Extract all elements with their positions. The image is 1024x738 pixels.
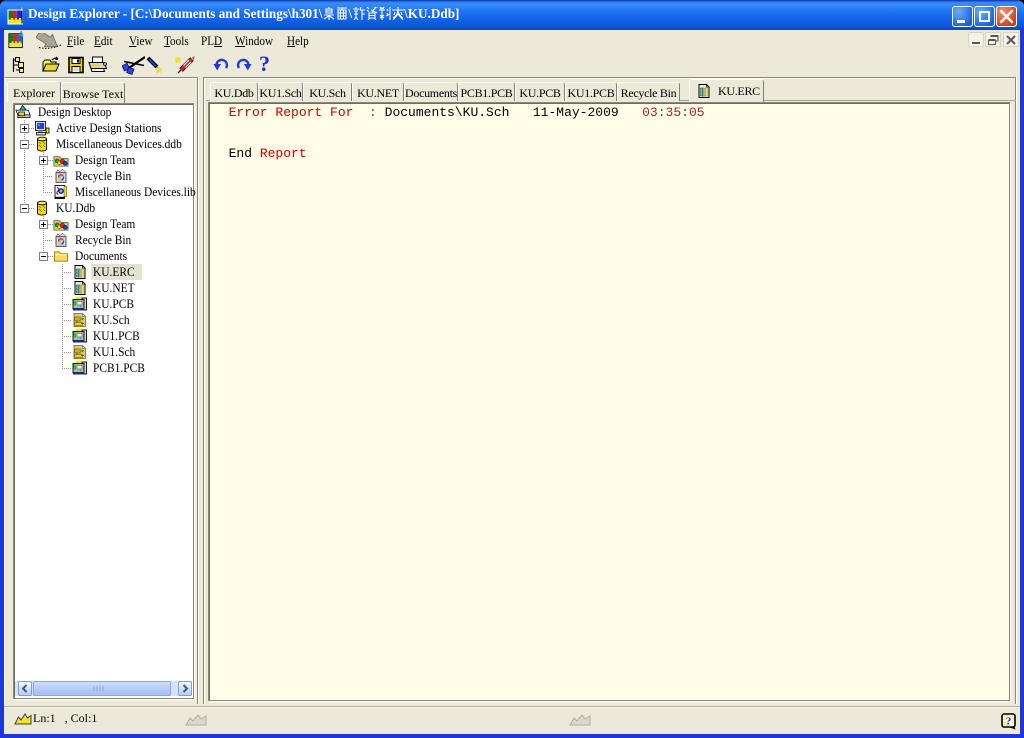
- svg-text:?: ?: [1006, 716, 1012, 728]
